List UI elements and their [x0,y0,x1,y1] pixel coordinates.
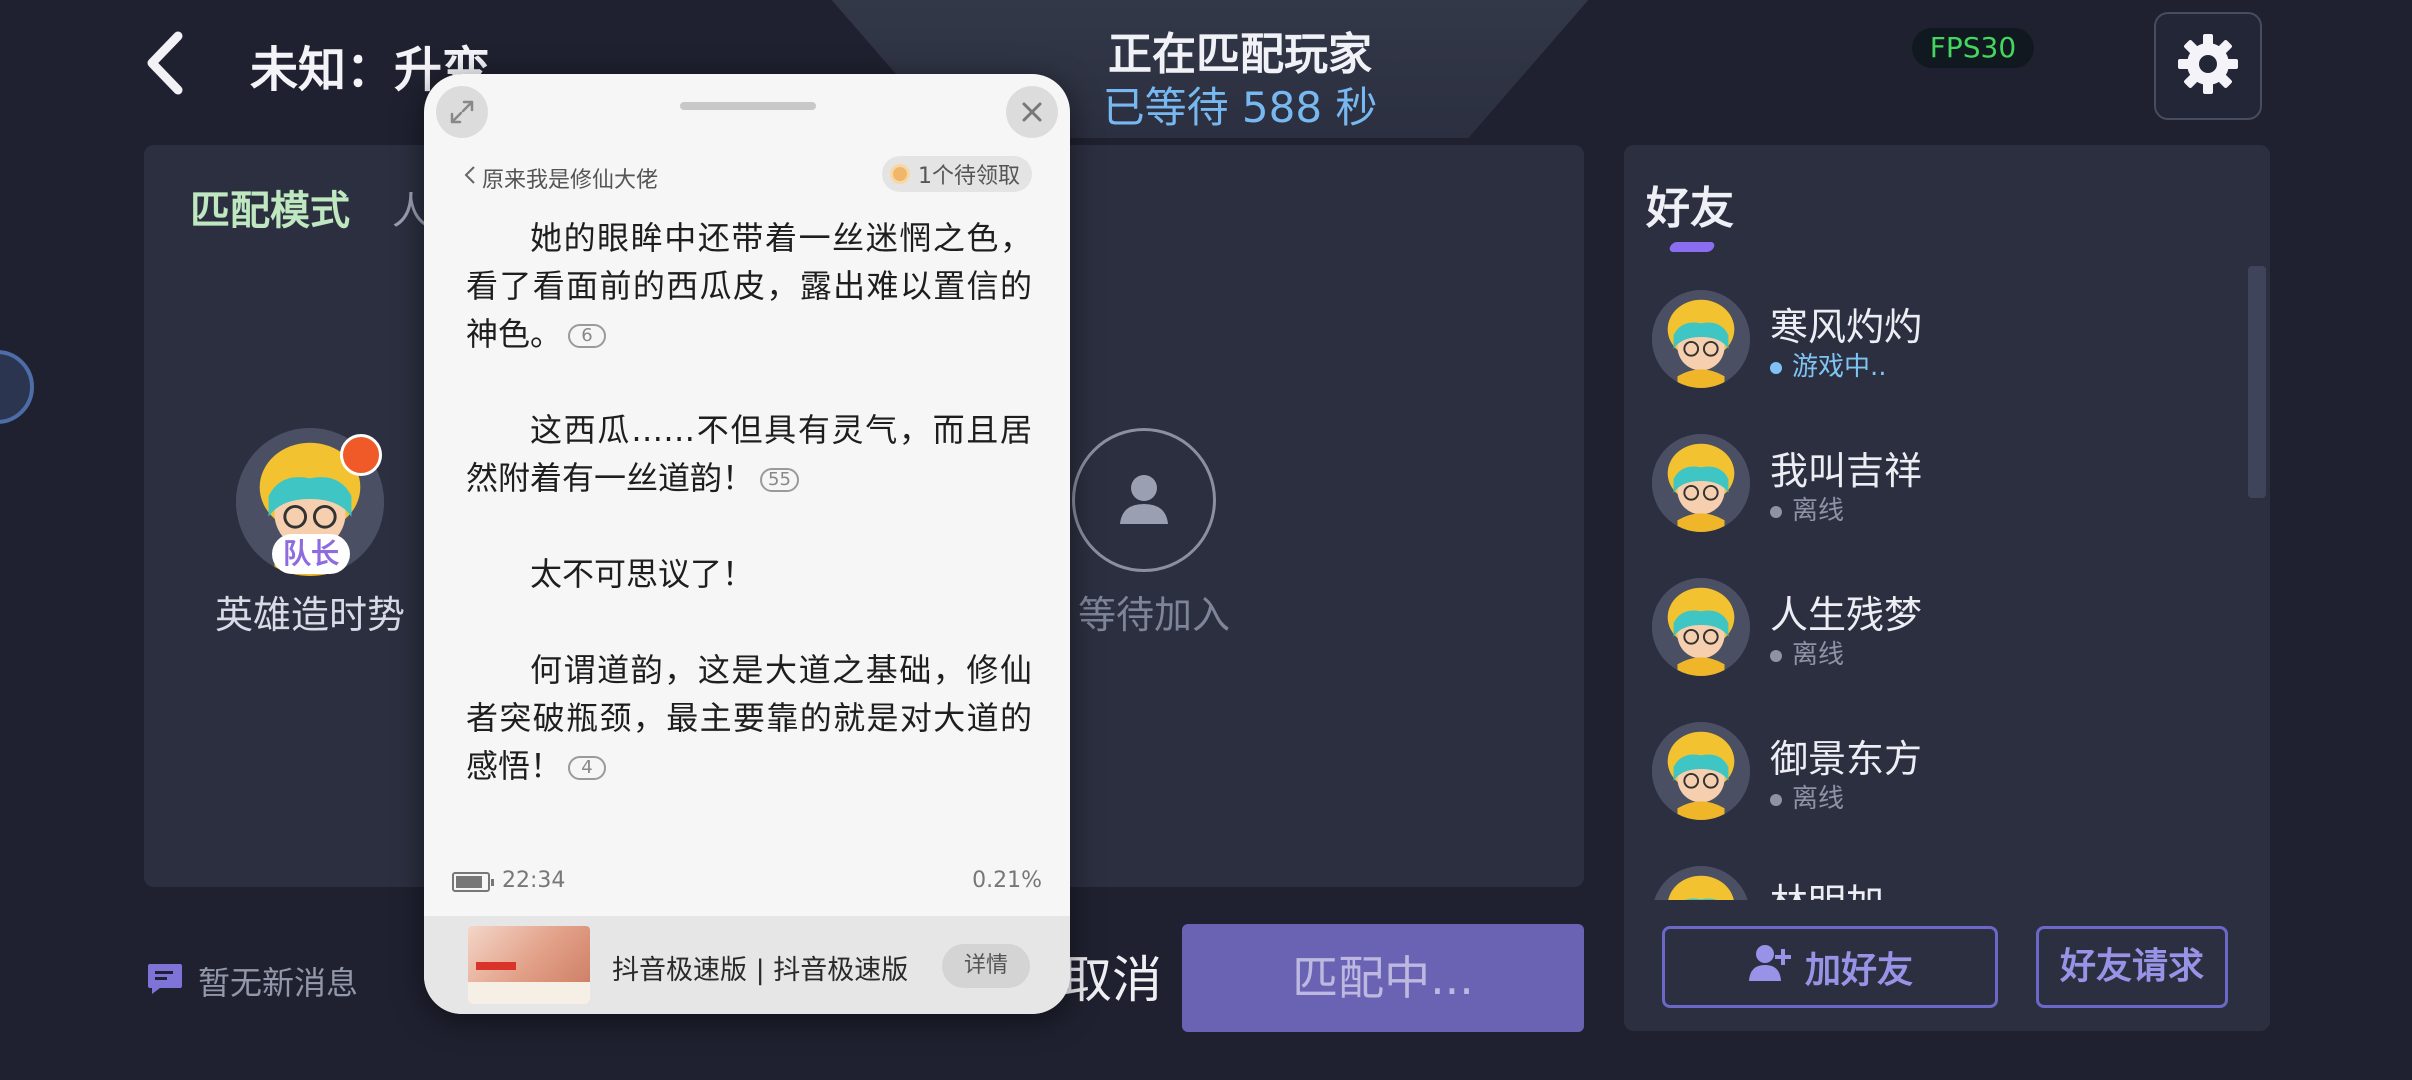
friends-scrollbar[interactable] [2248,266,2266,498]
leader-badge: 队长 [272,534,350,574]
comment-count-badge[interactable]: 55 [760,468,799,492]
reader-clock: 22:34 [502,868,566,893]
ad-detail-button[interactable]: 详情 [942,944,1030,988]
reward-label: 1个待领取 [918,164,1020,189]
friend-name: 我叫吉祥 [1770,449,1923,493]
back-icon[interactable] [140,28,200,98]
gear-icon [2176,32,2240,100]
reader-floating-window[interactable]: 原来我是修仙大佬 1个待领取 她的眼眸中还带着一丝迷惘之色，看了看面前的西瓜皮，… [424,74,1070,1014]
friend-item[interactable]: 我叫吉祥 离线 [1652,434,2212,544]
chevron-left-icon [464,165,476,191]
avatar [1652,722,1750,820]
friend-item[interactable]: 人生残梦 离线 [1652,578,2212,688]
paragraph: 何谓道韵，这是大道之基础，修仙者突破瓶颈，最主要靠的就是对大道的感悟！ 4 [466,651,1032,785]
ad-title: 抖音极速版 | 抖音极速版 [612,955,909,986]
paragraph: 太不可思议了！ [530,555,755,593]
friend-name: 林明加 [1770,872,1884,900]
expand-icon[interactable] [436,86,488,138]
chat-bubble-icon [146,962,184,996]
avatar [1652,866,1750,900]
floating-ball[interactable] [0,350,34,424]
reader-content[interactable]: 她的眼眸中还带着一丝迷惘之色，看了看面前的西瓜皮，露出难以置信的神色。 6 这西瓜… [466,214,1032,838]
book-title: 原来我是修仙大佬 [482,168,659,193]
add-friend-label: 加好友 [1804,950,1913,991]
comment-count-badge[interactable]: 4 [568,756,607,780]
friend-item[interactable]: 寒风灼灼 游戏中.. [1652,290,2212,400]
cancel-button[interactable]: 取消 [1062,940,1162,1012]
ad-banner[interactable]: 抖音极速版 | 抖音极速版 详情 [424,916,1070,1014]
avatar [1652,290,1750,388]
friend-requests-button[interactable]: 好友请求 [2036,926,2228,1008]
friend-name: 人生残梦 [1770,593,1923,637]
settings-button[interactable] [2154,12,2262,120]
book-back-link[interactable]: 原来我是修仙大佬 [464,162,658,194]
add-user-icon [1747,943,1793,992]
reading-progress: 0.21% [972,868,1042,893]
player-name: 英雄造时势 [214,593,405,637]
close-icon[interactable] [1006,86,1058,138]
friend-status: 离线 [1770,778,1844,815]
no-messages-text[interactable]: 暂无新消息 [198,958,358,1004]
friend-name: 御景东方 [1770,737,1923,781]
waiting-join-label: 等待加入 [1077,593,1230,637]
friend-item[interactable]: 林明加 [1652,866,2212,900]
friend-status: 离线 [1770,490,1844,527]
friends-tab[interactable]: 好友 [1646,172,1734,236]
drag-handle[interactable] [680,102,816,110]
avatar [1652,434,1750,532]
fps-badge: FPS30 [1912,28,2034,68]
add-friend-button[interactable]: 加好友 [1662,926,1998,1008]
friends-list[interactable]: 寒风灼灼 游戏中.. 我叫吉祥 离线 人生残梦 离线 御景东方 离线 林明加 [1624,270,2270,900]
empty-slot[interactable] [1072,428,1216,572]
friend-status: 游戏中.. [1770,346,1887,383]
match-status-title: 正在匹配玩家 [1108,29,1372,80]
comment-count-badge[interactable]: 6 [568,324,607,348]
avatar [1652,578,1750,676]
exit-team-icon[interactable] [340,434,382,476]
match-mode-label: 匹配模式 [190,188,350,234]
friend-status: 离线 [1770,634,1844,671]
paragraph: 她的眼眸中还带着一丝迷惘之色，看了看面前的西瓜皮，露出难以置信的神色。 6 [466,219,1032,353]
coin-icon [890,164,910,184]
friends-tab-indicator [1668,242,1716,252]
paragraph: 这西瓜……不但具有灵气，而且居然附着有一丝道韵！ 55 [466,411,1032,497]
battery-icon [452,872,494,892]
ad-thumbnail [468,926,590,1004]
reward-badge[interactable]: 1个待领取 [882,156,1032,192]
friend-name: 寒风灼灼 [1770,305,1923,349]
person-placeholder-icon [1114,468,1174,532]
match-wait-time: 已等待 588 秒 [1102,83,1378,132]
matching-button[interactable]: 匹配中... [1182,924,1584,1032]
friend-item[interactable]: 御景东方 离线 [1652,722,2212,832]
